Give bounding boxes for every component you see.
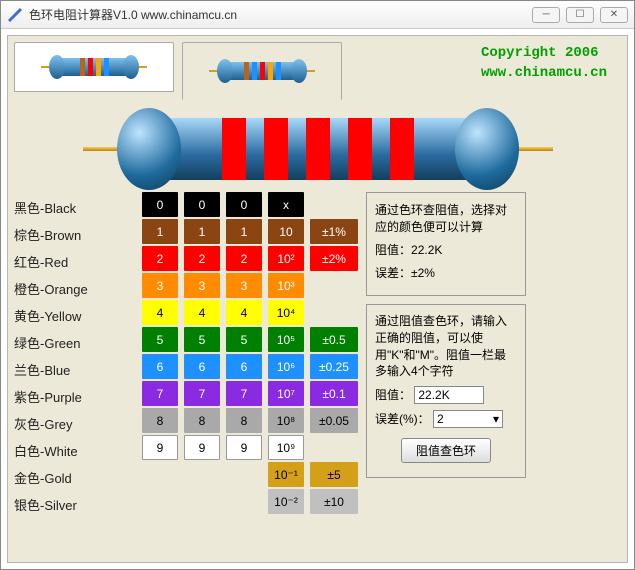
- color-cell[interactable]: 9: [142, 435, 178, 460]
- lookup-button[interactable]: 阻值查色环: [401, 438, 491, 463]
- color-cell[interactable]: 2: [226, 246, 262, 271]
- color-cell[interactable]: 10⁻²: [268, 489, 304, 514]
- color-cell[interactable]: 8: [184, 408, 220, 433]
- resistor-display: [14, 118, 621, 180]
- color-cell[interactable]: ±0.25: [310, 354, 358, 379]
- tab-5band[interactable]: [182, 42, 342, 100]
- color-cell[interactable]: ±10: [310, 489, 358, 514]
- copyright-line2: www.chinamcu.cn: [481, 64, 607, 84]
- color-label: 棕色-Brown: [14, 221, 134, 248]
- color-cell[interactable]: 8: [226, 408, 262, 433]
- color-cell[interactable]: 10: [268, 219, 304, 244]
- lookup-desc: 通过阻值查色环，请输入正确的阻值，可以使用"K"和"M"。阻值一栏最多输入4个字…: [375, 313, 517, 380]
- tab-4band[interactable]: [14, 42, 174, 92]
- resistance-input[interactable]: 22.2K: [414, 386, 484, 404]
- color-cell[interactable]: 4: [226, 300, 262, 325]
- color-label: 兰色-Blue: [14, 356, 134, 383]
- color-label: 灰色-Grey: [14, 410, 134, 437]
- app-icon: [7, 7, 23, 23]
- color-cell[interactable]: 1: [142, 219, 178, 244]
- color-cell[interactable]: 6: [184, 354, 220, 379]
- color-cell[interactable]: ±0.05: [310, 408, 358, 433]
- color-cell[interactable]: 10⁷: [268, 381, 304, 406]
- result-resistance: 22.2K: [411, 243, 442, 257]
- color-cell[interactable]: 5: [184, 327, 220, 352]
- color-cell[interactable]: ±0.1: [310, 381, 358, 406]
- color-cell[interactable]: ±0.5: [310, 327, 358, 352]
- color-label: 黑色-Black: [14, 194, 134, 221]
- color-cell[interactable]: 7: [184, 381, 220, 406]
- color-chart[interactable]: 012345678901234567890123456789x1010²10³1…: [142, 192, 358, 518]
- color-label: 金色-Gold: [14, 464, 134, 491]
- color-cell[interactable]: 0: [226, 192, 262, 217]
- copyright-text: Copyright 2006 www.chinamcu.cn: [481, 44, 607, 83]
- color-cell[interactable]: 1: [226, 219, 262, 244]
- color-label: 白色-White: [14, 437, 134, 464]
- color-cell[interactable]: 1: [184, 219, 220, 244]
- color-cell[interactable]: ±1%: [310, 219, 358, 244]
- color-cell[interactable]: ±5: [310, 462, 358, 487]
- color-cell[interactable]: 3: [226, 273, 262, 298]
- color-cell[interactable]: 2: [142, 246, 178, 271]
- close-button[interactable]: ✕: [600, 7, 628, 23]
- color-cell[interactable]: 8: [142, 408, 178, 433]
- copyright-line1: Copyright 2006: [481, 44, 607, 64]
- color-cell[interactable]: 4: [142, 300, 178, 325]
- color-cell[interactable]: 9: [184, 435, 220, 460]
- color-labels: 黑色-Black棕色-Brown红色-Red橙色-Orange黄色-Yellow…: [14, 192, 134, 518]
- color-cell[interactable]: 10⁶: [268, 354, 304, 379]
- color-cell[interactable]: 10⁻¹: [268, 462, 304, 487]
- tolerance-select[interactable]: 2▾: [433, 410, 503, 428]
- color-cell[interactable]: 10⁵: [268, 327, 304, 352]
- color-label: 绿色-Green: [14, 329, 134, 356]
- color-cell[interactable]: 5: [142, 327, 178, 352]
- color-cell[interactable]: 10²: [268, 246, 304, 271]
- minimize-button[interactable]: ─: [532, 7, 560, 23]
- result-box: 通过色环查阻值，选择对应的颜色便可以计算 阻值：22.2K 误差：±2%: [366, 192, 526, 296]
- window-title: 色环电阻计算器V1.0 www.chinamcu.cn: [29, 6, 532, 23]
- color-label: 红色-Red: [14, 248, 134, 275]
- chevron-down-icon: ▾: [493, 412, 499, 426]
- color-cell[interactable]: x: [268, 192, 304, 217]
- lookup-box: 通过阻值查色环，请输入正确的阻值，可以使用"K"和"M"。阻值一栏最多输入4个字…: [366, 304, 526, 478]
- color-cell[interactable]: 0: [142, 192, 178, 217]
- color-cell[interactable]: 9: [226, 435, 262, 460]
- color-cell[interactable]: 10⁹: [268, 435, 304, 460]
- color-cell[interactable]: 6: [142, 354, 178, 379]
- color-cell[interactable]: 5: [226, 327, 262, 352]
- titlebar: 色环电阻计算器V1.0 www.chinamcu.cn ─ ☐ ✕: [1, 1, 634, 29]
- color-cell[interactable]: 7: [226, 381, 262, 406]
- color-cell[interactable]: 6: [226, 354, 262, 379]
- color-label: 黄色-Yellow: [14, 302, 134, 329]
- color-cell[interactable]: ±2%: [310, 246, 358, 271]
- maximize-button[interactable]: ☐: [566, 7, 594, 23]
- color-cell[interactable]: 0: [184, 192, 220, 217]
- color-cell[interactable]: 10⁸: [268, 408, 304, 433]
- color-cell[interactable]: 3: [142, 273, 178, 298]
- color-label: 银色-Silver: [14, 491, 134, 518]
- color-cell[interactable]: 4: [184, 300, 220, 325]
- result-tolerance: ±2%: [411, 266, 435, 280]
- color-label: 紫色-Purple: [14, 383, 134, 410]
- color-cell[interactable]: 3: [184, 273, 220, 298]
- color-cell[interactable]: 2: [184, 246, 220, 271]
- result-desc: 通过色环查阻值，选择对应的颜色便可以计算: [375, 201, 517, 235]
- color-cell[interactable]: 10³: [268, 273, 304, 298]
- color-cell[interactable]: 7: [142, 381, 178, 406]
- color-label: 橙色-Orange: [14, 275, 134, 302]
- color-cell[interactable]: 10⁴: [268, 300, 304, 325]
